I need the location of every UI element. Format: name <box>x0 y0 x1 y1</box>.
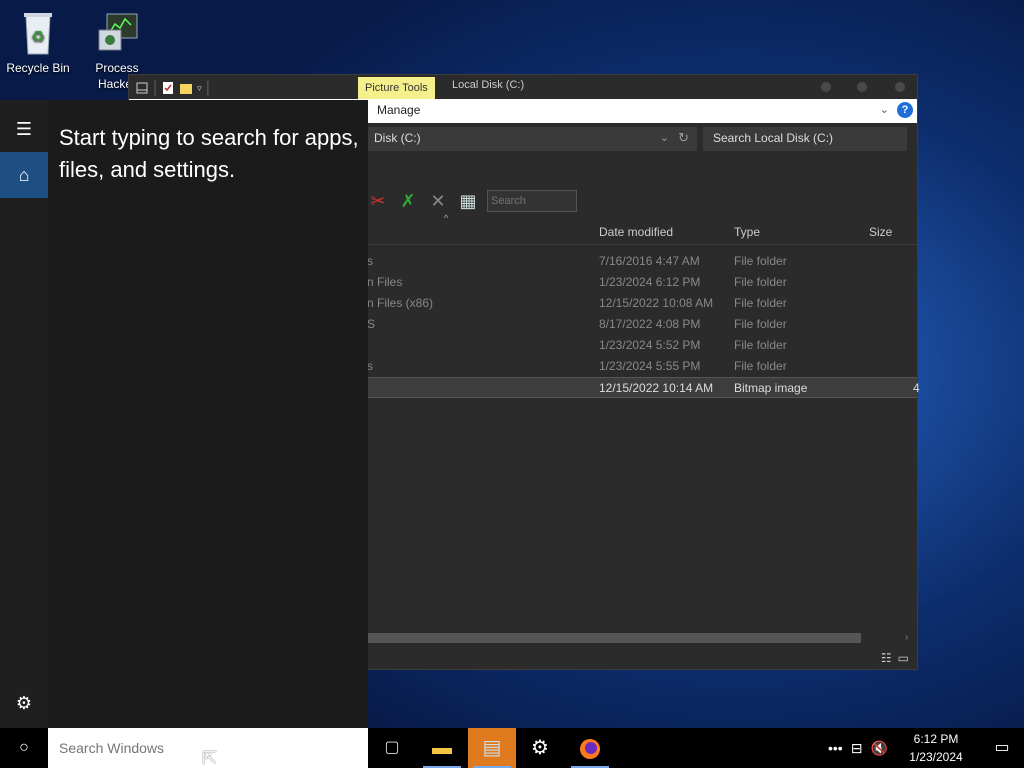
new-folder-icon[interactable] <box>179 81 193 95</box>
toolbar-search-input[interactable] <box>487 190 577 212</box>
details-view-icon[interactable]: ☷ <box>881 651 892 665</box>
settings-taskbar-icon[interactable]: ⚙ <box>516 728 564 768</box>
close-button[interactable] <box>895 82 905 92</box>
address-bar[interactable]: Disk (C:) ⌄ ↻ <box>367 127 697 151</box>
explorer-search-placeholder: Search Local Disk (C:) <box>713 131 834 145</box>
recycle-bin-desktop-icon[interactable]: ♻ Recycle Bin <box>0 10 76 76</box>
file-date: 12/15/2022 10:08 AM <box>599 296 714 310</box>
search-prompt: Start typing to search for apps, files, … <box>59 125 359 182</box>
file-date: 12/15/2022 10:14 AM <box>599 381 714 395</box>
tray-overflow-icon[interactable]: ••• <box>828 740 843 756</box>
properties-icon[interactable] <box>161 81 175 95</box>
table-row[interactable]: 1/23/2024 5:52 PM File folder <box>367 335 917 356</box>
file-date: 1/23/2024 5:55 PM <box>599 359 701 373</box>
clock-date: 1/23/2024 <box>909 750 963 764</box>
network-icon[interactable]: ⊟ <box>851 740 863 757</box>
file-date: 1/23/2024 6:12 PM <box>599 275 701 289</box>
action-center-icon[interactable]: ▭ <box>980 728 1024 768</box>
settings-gear-icon[interactable]: ⚙ <box>0 680 48 726</box>
file-name: n Files <box>367 275 403 289</box>
process-hacker-icon <box>93 10 141 56</box>
table-row[interactable]: n Files (x86) 12/15/2022 10:08 AM File f… <box>367 293 917 314</box>
column-headers: Date modified Type Size <box>367 219 917 245</box>
table-row[interactable]: s 7/16/2016 4:47 AM File folder <box>367 251 917 272</box>
file-list: s 7/16/2016 4:47 AM File folder n Files … <box>367 251 920 398</box>
firefox-taskbar-icon[interactable] <box>566 728 614 768</box>
explorer-search-box[interactable]: Search Local Disk (C:) <box>703 127 907 151</box>
file-type: File folder <box>734 254 787 268</box>
qat-separator: | <box>205 79 210 96</box>
explorer-titlebar[interactable]: | ▿ | Picture Tools Local Disk (C:) <box>129 75 917 99</box>
file-type: File folder <box>734 359 787 373</box>
scroll-right-icon[interactable]: › <box>905 632 908 643</box>
view-switcher: ☷ ▭ <box>881 651 909 665</box>
maximize-button[interactable] <box>857 82 867 92</box>
large-icons-view-icon[interactable]: ▭ <box>898 651 909 665</box>
drive-icon[interactable] <box>135 81 149 95</box>
taskbar: ○ ▢ ▬ ▤ ⚙ ••• ⊟ 🔇 6:12 PM 1/23/2024 ▭ <box>0 728 1024 768</box>
horizontal-scrollbar[interactable] <box>367 633 861 643</box>
home-icon[interactable]: ⌂ <box>0 152 48 198</box>
cortana-circle-icon[interactable]: ○ <box>0 728 48 768</box>
table-row-selected[interactable]: 12/15/2022 10:14 AM Bitmap image 4 <box>367 377 920 398</box>
recycle-bin-label: Recycle Bin <box>6 61 70 75</box>
file-type: File folder <box>734 275 787 289</box>
address-dropdown-icon[interactable]: ⌄ <box>660 131 669 144</box>
refresh-icon[interactable]: ↻ <box>678 130 689 146</box>
address-text: Disk (C:) <box>374 131 421 145</box>
file-date: 7/16/2016 4:47 AM <box>599 254 700 268</box>
file-date: 1/23/2024 5:52 PM <box>599 338 701 352</box>
file-type: File folder <box>734 296 787 310</box>
process-hacker-taskbar-icon[interactable]: ▤ <box>468 728 516 768</box>
table-row[interactable]: n Files 1/23/2024 6:12 PM File folder <box>367 272 917 293</box>
minimize-button[interactable] <box>821 82 831 92</box>
recycle-bin-icon: ♻ <box>14 10 62 56</box>
clock[interactable]: 6:12 PM 1/23/2024 <box>898 730 974 766</box>
system-tray: ••• ⊟ 🔇 <box>828 728 888 768</box>
qat-dropdown-icon[interactable]: ▿ <box>197 83 202 94</box>
file-size: 4 <box>913 381 920 395</box>
table-row[interactable]: s 1/23/2024 5:55 PM File folder <box>367 356 917 377</box>
disabled-action-icon[interactable]: ✕ <box>427 191 449 212</box>
clock-time: 6:12 PM <box>913 732 959 746</box>
file-type: Bitmap image <box>734 381 808 395</box>
svg-text:♻: ♻ <box>31 27 45 46</box>
delete-icon[interactable]: ✂ <box>367 191 389 212</box>
start-rail: ☰ ⌂ ⚙ <box>0 100 48 728</box>
window-title: Local Disk (C:) <box>452 79 525 91</box>
volume-muted-icon[interactable]: 🔇 <box>870 740 887 757</box>
file-name: S <box>367 317 376 331</box>
tab-manage[interactable]: Manage <box>377 103 420 117</box>
column-size[interactable]: Size <box>869 225 892 239</box>
file-type: File folder <box>734 317 787 331</box>
file-explorer-taskbar-icon[interactable]: ▬ <box>418 728 466 768</box>
view-options-icon[interactable]: ▦ <box>457 191 479 212</box>
hamburger-menu-icon[interactable]: ☰ <box>0 106 48 152</box>
column-type[interactable]: Type <box>734 225 760 239</box>
table-row[interactable]: S 8/17/2022 4:08 PM File folder <box>367 314 917 335</box>
column-date-modified[interactable]: Date modified <box>599 225 673 239</box>
task-view-icon[interactable]: ▢ <box>368 728 416 768</box>
picture-tools-tab[interactable]: Picture Tools <box>358 77 435 99</box>
quick-access-toolbar: | ▿ | <box>135 79 210 97</box>
mouse-cursor-icon: ⇱ <box>202 748 218 768</box>
qat-separator: | <box>153 79 158 96</box>
file-type: File folder <box>734 338 787 352</box>
undo-icon[interactable]: ✗ <box>397 191 419 212</box>
ribbon-expand-chevron-icon[interactable]: ⌄ <box>880 103 889 116</box>
file-date: 8/17/2022 4:08 PM <box>599 317 701 331</box>
help-icon[interactable]: ? <box>897 102 913 118</box>
start-menu: ☰ ⌂ ⚙ Start typing to search for apps, f… <box>0 100 368 728</box>
command-toolbar: ✂ ✗ ✕ ▦ <box>367 187 577 215</box>
file-name: n Files (x86) <box>367 296 434 310</box>
